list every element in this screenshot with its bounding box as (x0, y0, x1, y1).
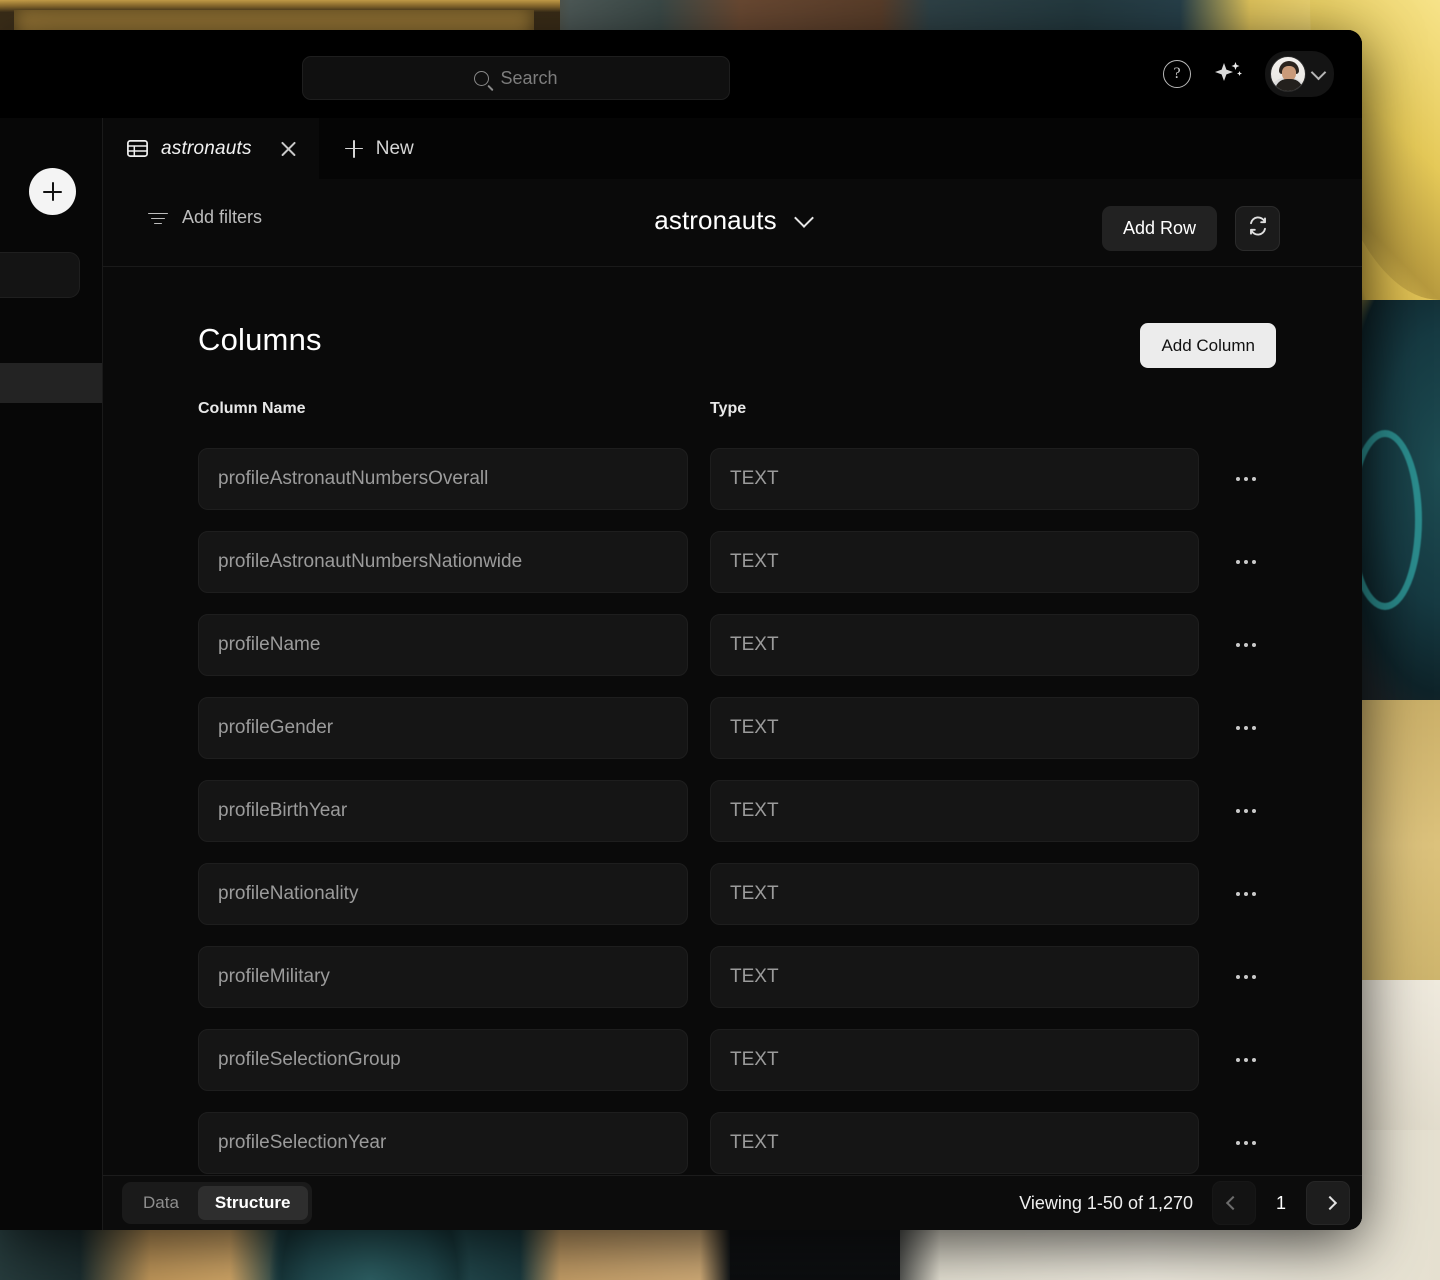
columns-header: Columns (198, 322, 322, 358)
column-type-input[interactable]: TEXT (710, 780, 1199, 842)
account-menu[interactable] (1265, 51, 1334, 97)
column-type-input[interactable]: TEXT (710, 531, 1199, 593)
search-input[interactable]: Search (302, 56, 730, 100)
column-type-input[interactable]: TEXT (710, 863, 1199, 925)
ellipsis-icon[interactable] (1229, 794, 1263, 828)
ellipsis-icon[interactable] (1229, 628, 1263, 662)
help-glyph: ? (1173, 65, 1180, 83)
column-type-input[interactable]: TEXT (710, 697, 1199, 759)
close-icon[interactable] (279, 139, 298, 158)
avatar (1270, 56, 1306, 92)
ellipsis-icon[interactable] (1229, 877, 1263, 911)
header-type: Type (710, 400, 746, 418)
column-name-input[interactable]: profileAstronautNumbersNationwide (198, 531, 688, 593)
tab-structure[interactable]: Structure (198, 1186, 308, 1220)
new-tab-button[interactable]: New (319, 118, 440, 179)
sidebar-item-card[interactable] (0, 252, 80, 298)
table-icon (127, 140, 148, 157)
plus-icon (345, 140, 363, 158)
help-circle-icon[interactable]: ? (1163, 60, 1191, 88)
add-row-button[interactable]: Add Row (1102, 206, 1217, 251)
column-type-input[interactable]: TEXT (710, 448, 1199, 510)
page-number: 1 (1275, 1193, 1287, 1214)
left-sidebar (0, 118, 103, 1230)
ellipsis-icon[interactable] (1229, 1043, 1263, 1077)
status-bar: Data Structure Viewing 1-50 of 1,270 1 (103, 1175, 1362, 1230)
pagination: Viewing 1-50 of 1,270 1 (1019, 1181, 1350, 1225)
viewing-count: Viewing 1-50 of 1,270 (1019, 1193, 1193, 1214)
tab-strip: astronauts New (103, 118, 1362, 179)
table-row: profileGender TEXT (198, 686, 1362, 769)
column-name-input[interactable]: profileName (198, 614, 688, 676)
column-name-input[interactable]: profileAstronautNumbersOverall (198, 448, 688, 510)
avatar-shirt (1275, 79, 1303, 91)
search-icon (474, 71, 489, 86)
table-name: astronauts (654, 205, 776, 236)
chevron-right-icon[interactable] (1306, 1181, 1350, 1225)
column-table-headers: Column Name Type (198, 400, 1198, 418)
ellipsis-icon[interactable] (1229, 462, 1263, 496)
ellipsis-icon[interactable] (1229, 545, 1263, 579)
ellipsis-icon[interactable] (1229, 960, 1263, 994)
table-row: profileSelectionGroup TEXT (198, 1018, 1362, 1101)
refresh-button[interactable] (1235, 206, 1280, 251)
search-placeholder: Search (500, 68, 557, 89)
column-name-input[interactable]: profileBirthYear (198, 780, 688, 842)
table-row: profileName TEXT (198, 603, 1362, 686)
column-name-input[interactable]: profileSelectionYear (198, 1112, 688, 1174)
chevron-left-icon[interactable] (1212, 1181, 1256, 1225)
tab-astronauts[interactable]: astronauts (103, 118, 319, 179)
column-type-input[interactable]: TEXT (710, 614, 1199, 676)
table-row: profileAstronautNumbersNationwide TEXT (198, 520, 1362, 603)
column-name-input[interactable]: profileSelectionGroup (198, 1029, 688, 1091)
column-type-input[interactable]: TEXT (710, 1029, 1199, 1091)
chevron-down-icon (794, 208, 814, 228)
table-row: profileBirthYear TEXT (198, 769, 1362, 852)
table-row: profileNationality TEXT (198, 852, 1362, 935)
table-row: profileSelectionYear TEXT (198, 1101, 1362, 1175)
titlebar: Search ? (0, 30, 1362, 118)
page-title: Columns (198, 322, 322, 358)
column-name-input[interactable]: profileGender (198, 697, 688, 759)
new-tab-label: New (376, 138, 414, 160)
ellipsis-icon[interactable] (1229, 1126, 1263, 1160)
ellipsis-icon[interactable] (1229, 711, 1263, 745)
tab-label: astronauts (161, 138, 252, 160)
add-column-button[interactable]: Add Column (1140, 323, 1276, 368)
table-toolbar: Add filters astronauts Add Row (103, 179, 1362, 267)
column-name-input[interactable]: profileMilitary (198, 946, 688, 1008)
column-type-input[interactable]: TEXT (710, 946, 1199, 1008)
titlebar-actions: ? (1163, 30, 1334, 118)
table-row: profileMilitary TEXT (198, 935, 1362, 1018)
column-name-input[interactable]: profileNationality (198, 863, 688, 925)
view-mode-toggle: Data Structure (122, 1182, 312, 1224)
header-column-name: Column Name (198, 400, 710, 418)
sidebar-item-selected[interactable] (0, 363, 102, 403)
sparkle-icon[interactable] (1213, 59, 1243, 89)
prev-arrow (1225, 1196, 1239, 1210)
refresh-icon (1247, 215, 1269, 242)
column-type-input[interactable]: TEXT (710, 1112, 1199, 1174)
main-panel: astronauts New Add filters astronauts Ad… (103, 118, 1362, 1230)
app-window: Search ? (0, 30, 1362, 1230)
tab-data[interactable]: Data (126, 1186, 196, 1220)
structure-content: Columns Add Column Column Name Type prof… (103, 267, 1362, 1175)
add-workspace-button[interactable] (29, 168, 76, 215)
plus-icon (43, 182, 62, 201)
column-rows: profileAstronautNumbersOverall TEXT prof… (198, 437, 1362, 1175)
table-row: profileAstronautNumbersOverall TEXT (198, 437, 1362, 520)
chevron-down-icon (1311, 64, 1327, 80)
next-arrow (1322, 1196, 1336, 1210)
